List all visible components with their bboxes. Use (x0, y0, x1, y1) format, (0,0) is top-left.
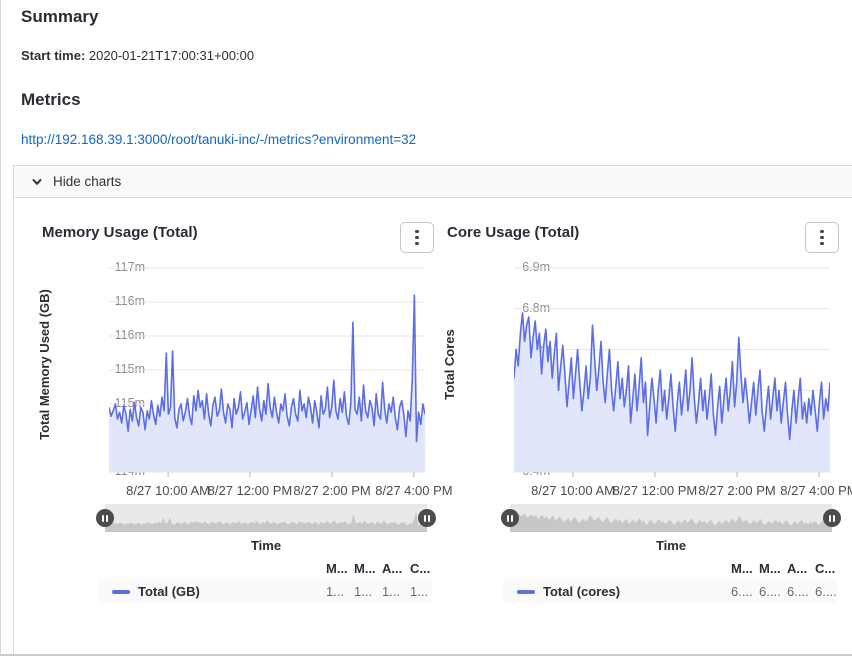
slider-silhouette (105, 504, 427, 532)
x-tick-label: 8/27 4:00 PM (780, 483, 852, 498)
legend-column-header: A... (370, 561, 398, 576)
series-label: Total (GB) (138, 584, 200, 599)
x-axis-title: Time (510, 538, 832, 553)
chart-canvas[interactable] (109, 265, 425, 481)
start-time-label: Start time: (21, 48, 85, 63)
metrics-url-link[interactable]: http://192.168.39.1:3000/root/tanuki-inc… (21, 132, 416, 147)
slider-handle-left[interactable] (96, 509, 114, 527)
chart-card-cores: Core Usage (Total) Total Cores 6.9m6.8m6… (447, 222, 839, 604)
kebab-dot-icon (820, 230, 824, 234)
charts-container: Memory Usage (Total) Total Memory Used (… (14, 198, 852, 604)
legend-value: 6.... (747, 584, 775, 599)
x-tick-label: 8/27 12:00 PM (613, 483, 698, 498)
slider-handle-left[interactable] (501, 509, 519, 527)
summary-heading: Summary (21, 7, 98, 27)
slider-handle-right[interactable] (823, 509, 841, 527)
legend-column-header: A... (775, 561, 803, 576)
legend-value: 1... (370, 584, 398, 599)
kebab-dot-icon (415, 230, 419, 234)
chart-title: Memory Usage (Total) (42, 222, 198, 241)
x-axis-labels: 8/27 10:00 AM8/27 12:00 PM8/27 2:00 PM8/… (42, 483, 434, 499)
kebab-dot-icon (415, 236, 419, 240)
kebab-menu-button[interactable] (400, 222, 434, 253)
summary-section: Summary Start time: 2020-01-21T17:00:31+… (1, 0, 852, 165)
legend-column-header: C... (398, 561, 426, 576)
time-range-slider[interactable] (105, 504, 427, 532)
legend-column-header: M... (314, 561, 342, 576)
series-color-swatch (517, 590, 535, 594)
start-time-line: Start time: 2020-01-21T17:00:31+00:00 (21, 48, 254, 63)
chart-header: Memory Usage (Total) (42, 222, 434, 256)
legend-header-row: M...M...A...C... (98, 558, 432, 579)
chart-plot-area: Total Cores 6.9m6.8m6.7m6.6m6.5m6.4m 8/2… (447, 256, 839, 496)
charts-panel: Hide charts Memory Usage (Total) Total M… (13, 165, 852, 656)
series-label: Total (cores) (543, 584, 620, 599)
time-range-slider[interactable] (510, 504, 832, 532)
chevron-down-icon (31, 176, 43, 188)
kebab-dot-icon (415, 242, 419, 246)
x-tick-label: 8/27 4:00 PM (375, 483, 452, 498)
slider-handle-right[interactable] (418, 509, 436, 527)
metrics-page: Summary Start time: 2020-01-21T17:00:31+… (0, 0, 852, 656)
chart-title: Core Usage (Total) (447, 222, 579, 241)
y-axis-title: Total Memory Used (GB) (33, 256, 55, 472)
x-tick-label: 8/27 10:00 AM (126, 483, 210, 498)
legend-column-header: M... (747, 561, 775, 576)
legend-value: 6.... (775, 584, 803, 599)
legend-header-row: M...M...A...C... (503, 558, 837, 579)
x-tick-label: 8/27 2:00 PM (293, 483, 370, 498)
hide-charts-label: Hide charts (53, 174, 121, 189)
kebab-dot-icon (820, 236, 824, 240)
chart-card-memory: Memory Usage (Total) Total Memory Used (… (42, 222, 434, 604)
legend-value: 1... (314, 584, 342, 599)
x-tick-label: 8/27 12:00 PM (208, 483, 293, 498)
legend-column-header: M... (342, 561, 370, 576)
x-tick-label: 8/27 10:00 AM (531, 483, 615, 498)
x-axis-title: Time (105, 538, 427, 553)
x-tick-label: 8/27 2:00 PM (698, 483, 775, 498)
legend-table: M...M...A...C... Total (cores) 6....6...… (503, 558, 837, 604)
kebab-menu-button[interactable] (805, 222, 839, 253)
legend-value: 1... (398, 584, 426, 599)
series-color-swatch (112, 590, 130, 594)
legend-row[interactable]: Total (GB) 1...1...1...1... (98, 579, 432, 604)
legend-value: 6.... (803, 584, 831, 599)
legend-column-header: C... (803, 561, 831, 576)
x-axis-labels: 8/27 10:00 AM8/27 12:00 PM8/27 2:00 PM8/… (447, 483, 839, 499)
chart-canvas[interactable] (514, 265, 830, 481)
slider-silhouette (510, 504, 832, 532)
metrics-heading: Metrics (21, 90, 81, 110)
legend-row[interactable]: Total (cores) 6....6....6....6.... (503, 579, 837, 604)
legend-column-header: M... (719, 561, 747, 576)
chart-plot-area: Total Memory Used (GB) 117m116m116m115m1… (42, 256, 434, 496)
legend-value: 6.... (719, 584, 747, 599)
kebab-dot-icon (820, 242, 824, 246)
start-time-value: 2020-01-21T17:00:31+00:00 (89, 48, 254, 63)
y-axis-title: Total Cores (438, 256, 460, 472)
legend-value: 1... (342, 584, 370, 599)
hide-charts-toggle[interactable]: Hide charts (14, 166, 852, 198)
chart-header: Core Usage (Total) (447, 222, 839, 256)
legend-table: M...M...A...C... Total (GB) 1...1...1...… (98, 558, 432, 604)
